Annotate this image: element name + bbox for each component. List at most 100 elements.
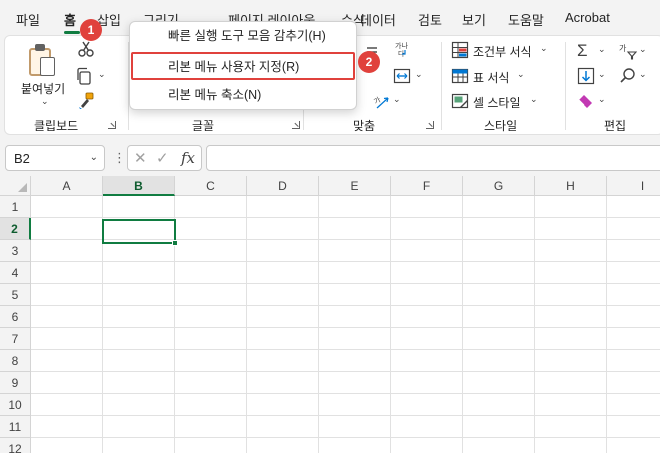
table-format-icon[interactable] xyxy=(451,67,469,85)
conditional-format-dropdown-icon[interactable]: ⌄ xyxy=(540,43,548,54)
sort-filter-icon[interactable]: 가 xyxy=(619,42,637,60)
column-header[interactable]: B xyxy=(103,176,175,196)
wrap-text-icon[interactable]: 가나 다 xyxy=(393,40,411,58)
format-painter-icon[interactable] xyxy=(77,92,95,110)
row-header[interactable]: 6 xyxy=(0,306,31,328)
select-all-button[interactable] xyxy=(0,176,31,196)
grid-row-line xyxy=(31,415,660,416)
fill-handle[interactable] xyxy=(172,240,178,246)
grid-row-line xyxy=(31,261,660,262)
conditional-format-icon[interactable] xyxy=(451,41,469,59)
step-badge-1: 1 xyxy=(80,19,102,41)
sort-filter-dropdown-icon[interactable]: ⌄ xyxy=(639,44,647,55)
column-header[interactable]: C xyxy=(175,176,247,196)
group-label-font: 글꼴 xyxy=(192,119,215,133)
group-label-styles: 스타일 xyxy=(484,119,518,133)
clipboard-launcher-icon[interactable] xyxy=(108,121,116,129)
svg-text:가: 가 xyxy=(619,44,627,53)
row-header[interactable]: 5 xyxy=(0,284,31,306)
column-header[interactable]: D xyxy=(247,176,319,196)
grid-row-line xyxy=(31,217,660,218)
grid-row-line xyxy=(31,305,660,306)
paste-icon[interactable] xyxy=(29,44,57,78)
tab-review[interactable]: 검토 xyxy=(418,10,442,29)
cut-icon[interactable] xyxy=(77,40,95,58)
copy-icon[interactable] xyxy=(75,67,93,85)
row-header[interactable]: 2 xyxy=(0,218,31,240)
find-select-icon[interactable] xyxy=(619,67,637,85)
formula-input[interactable] xyxy=(206,145,660,171)
group-separator xyxy=(441,42,442,130)
find-select-dropdown-icon[interactable]: ⌄ xyxy=(639,69,647,80)
row-header[interactable]: 4 xyxy=(0,262,31,284)
tab-acrobat[interactable]: Acrobat xyxy=(565,10,610,25)
chevron-down-icon[interactable]: ⌄ xyxy=(90,152,98,163)
tab-help[interactable]: 도움말 xyxy=(508,10,544,29)
orientation-dropdown-icon[interactable]: ⌄ xyxy=(393,94,401,105)
column-header[interactable]: I xyxy=(607,176,660,196)
column-header[interactable]: E xyxy=(319,176,391,196)
name-box[interactable]: B2 ⌄ xyxy=(5,145,105,171)
copy-dropdown-icon[interactable]: ⌄ xyxy=(98,69,106,80)
active-tab-indicator xyxy=(64,31,80,34)
group-label-clipboard: 클립보드 xyxy=(34,119,79,133)
grid-row-line xyxy=(31,349,660,350)
paste-dropdown-icon[interactable]: ⌄ xyxy=(41,96,49,107)
name-box-value: B2 xyxy=(14,151,30,166)
tab-home[interactable]: 홈 xyxy=(64,10,76,29)
menu-item-collapse-ribbon[interactable]: 리본 메뉴 축소(N) xyxy=(140,84,348,106)
clear-dropdown-icon[interactable]: ⌄ xyxy=(598,94,606,105)
font-launcher-icon[interactable] xyxy=(292,121,300,129)
grid-row-line xyxy=(31,437,660,438)
cancel-icon[interactable]: ✕ xyxy=(134,149,147,167)
tab-file[interactable]: 파일 xyxy=(16,10,40,29)
more-options-icon[interactable]: ⋮ xyxy=(113,150,126,166)
column-header[interactable]: A xyxy=(31,176,103,196)
svg-text:가나: 가나 xyxy=(395,41,408,50)
autosum-icon[interactable]: Σ xyxy=(577,41,588,61)
formula-controls: ✕ ✓ fx xyxy=(127,145,202,171)
clear-icon[interactable] xyxy=(577,92,595,110)
orientation-icon[interactable]: 가 xyxy=(373,92,391,110)
merge-dropdown-icon[interactable]: ⌄ xyxy=(415,69,423,80)
grid-row-line xyxy=(31,393,660,394)
group-label-editing: 편집 xyxy=(604,119,627,133)
cell-styles-label[interactable]: 셀 스타일 xyxy=(473,94,521,111)
row-header[interactable]: 8 xyxy=(0,350,31,372)
row-header[interactable]: 7 xyxy=(0,328,31,350)
column-header[interactable]: H xyxy=(535,176,607,196)
conditional-format-label[interactable]: 조건부 서식 xyxy=(473,43,532,60)
tab-view[interactable]: 보기 xyxy=(462,10,486,29)
column-header[interactable]: F xyxy=(391,176,463,196)
step-badge-2: 2 xyxy=(358,51,380,73)
active-cell[interactable] xyxy=(102,219,176,244)
formula-bar: B2 ⌄ ⋮ ✕ ✓ fx xyxy=(0,142,660,174)
grid-row-line xyxy=(31,283,660,284)
fill-dropdown-icon[interactable]: ⌄ xyxy=(598,69,606,80)
check-icon[interactable]: ✓ xyxy=(156,149,169,167)
menu-item-hide-quick-access[interactable]: 빠른 실행 도구 모음 감추기(H) xyxy=(140,25,348,47)
table-format-dropdown-icon[interactable]: ⌄ xyxy=(517,69,525,80)
insert-function-icon[interactable]: fx xyxy=(181,149,195,167)
merge-center-icon[interactable] xyxy=(393,67,411,85)
worksheet-grid[interactable]: A B C D E F G H I 1 2 3 4 5 6 7 8 9 10 11 12 xyxy=(0,176,660,453)
row-header[interactable]: 1 xyxy=(0,196,31,218)
row-header[interactable]: 12 xyxy=(0,438,31,453)
row-header[interactable]: 3 xyxy=(0,240,31,262)
row-header[interactable]: 10 xyxy=(0,394,31,416)
grid-row-line xyxy=(31,327,660,328)
tab-data[interactable]: 데이터 xyxy=(360,10,396,29)
row-header[interactable]: 9 xyxy=(0,372,31,394)
fill-icon[interactable] xyxy=(577,67,595,85)
paste-button-label[interactable]: 붙여넣기 xyxy=(21,80,65,97)
cell-styles-icon[interactable] xyxy=(451,92,469,110)
table-format-label[interactable]: 표 서식 xyxy=(473,69,509,86)
autosum-dropdown-icon[interactable]: ⌄ xyxy=(598,44,606,55)
row-header[interactable]: 11 xyxy=(0,416,31,438)
alignment-launcher-icon[interactable] xyxy=(426,121,434,129)
highlight-box xyxy=(131,52,355,80)
cell-styles-dropdown-icon[interactable]: ⌄ xyxy=(530,94,538,105)
column-header[interactable]: G xyxy=(463,176,535,196)
grid-row-line xyxy=(31,371,660,372)
group-label-alignment: 맞춤 xyxy=(353,119,376,133)
